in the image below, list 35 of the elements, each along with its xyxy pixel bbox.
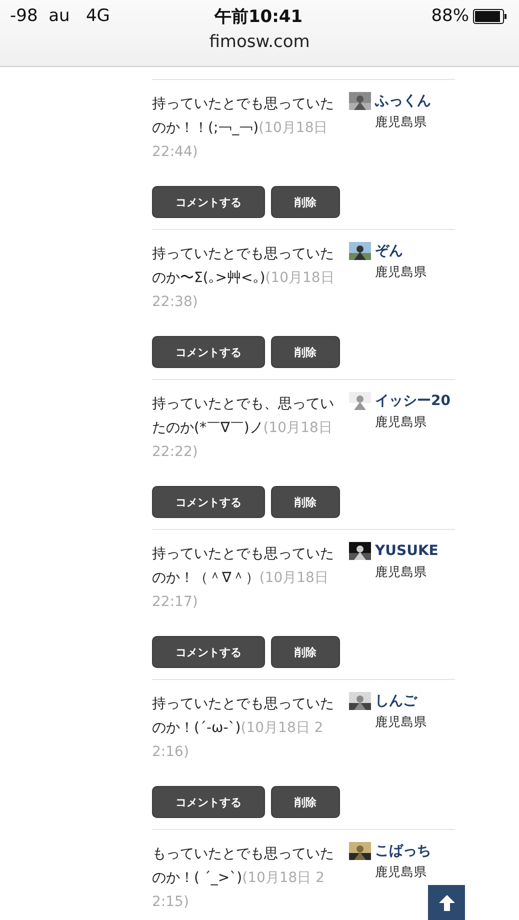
up-arrow-icon (438, 894, 456, 912)
user-name-link[interactable]: YUSUKE (375, 543, 438, 559)
comment-button[interactable]: コメントする (152, 486, 265, 518)
comment-text: 持っていたとでも思っていたのか！！(;￢_￢)(10月18日 22:44) (152, 95, 335, 162)
prefecture-label: 鹿児島県 (375, 414, 427, 431)
scroll-top-button[interactable] (428, 885, 465, 920)
battery-percent: 88% (431, 6, 469, 26)
user-name-link[interactable]: イッシー20 (375, 392, 450, 410)
comment-text: 持っていたとでも思っていたのか〜Σ(｡>艸<｡)(10月18日 22:38) (152, 245, 336, 312)
comment-text: 持っていたとでも、思っていたのか(*￣∇￣)ノ(10月18日 22:22) (152, 395, 335, 462)
battery-icon (473, 8, 507, 24)
comment-button[interactable]: コメントする (152, 786, 265, 818)
delete-button[interactable]: 削除 (271, 636, 340, 668)
comment-button[interactable]: コメントする (152, 186, 265, 218)
prefecture-label: 鹿児島県 (375, 114, 427, 131)
carrier-signal: -98 au 4G (10, 6, 111, 26)
user-name-link[interactable]: こばっち (375, 842, 431, 860)
comment-button[interactable]: コメントする (152, 636, 265, 668)
prefecture-label: 鹿児島県 (375, 264, 427, 281)
comment-text: 持っていたとでも思っていたのか！（＾∇＾）(10月18日 22:17) (152, 545, 335, 612)
delete-button[interactable]: 削除 (271, 186, 340, 218)
comment-text: もっていたとでも思っていたのか！( ´_>`)(10月18日 22:15) (152, 845, 335, 912)
clock-time: 午前10:41 (214, 6, 303, 28)
user-name-link[interactable]: ぞん (375, 242, 403, 260)
prefecture-label: 鹿児島県 (375, 564, 427, 581)
delete-button[interactable]: 削除 (271, 486, 340, 518)
address-url[interactable]: fimosw.com (0, 32, 519, 52)
prefecture-label: 鹿児島県 (375, 864, 427, 881)
user-name-link[interactable]: ふっくん (375, 92, 431, 110)
comment-button[interactable]: コメントする (152, 336, 265, 368)
user-name-link[interactable]: しんご (375, 692, 417, 710)
prefecture-label: 鹿児島県 (375, 714, 427, 731)
delete-button[interactable]: 削除 (271, 336, 340, 368)
comment-text: 持っていたとでも思っていたのか！(´-ω-`)(10月18日 22:16) (152, 695, 335, 762)
delete-button[interactable]: 削除 (271, 786, 340, 818)
